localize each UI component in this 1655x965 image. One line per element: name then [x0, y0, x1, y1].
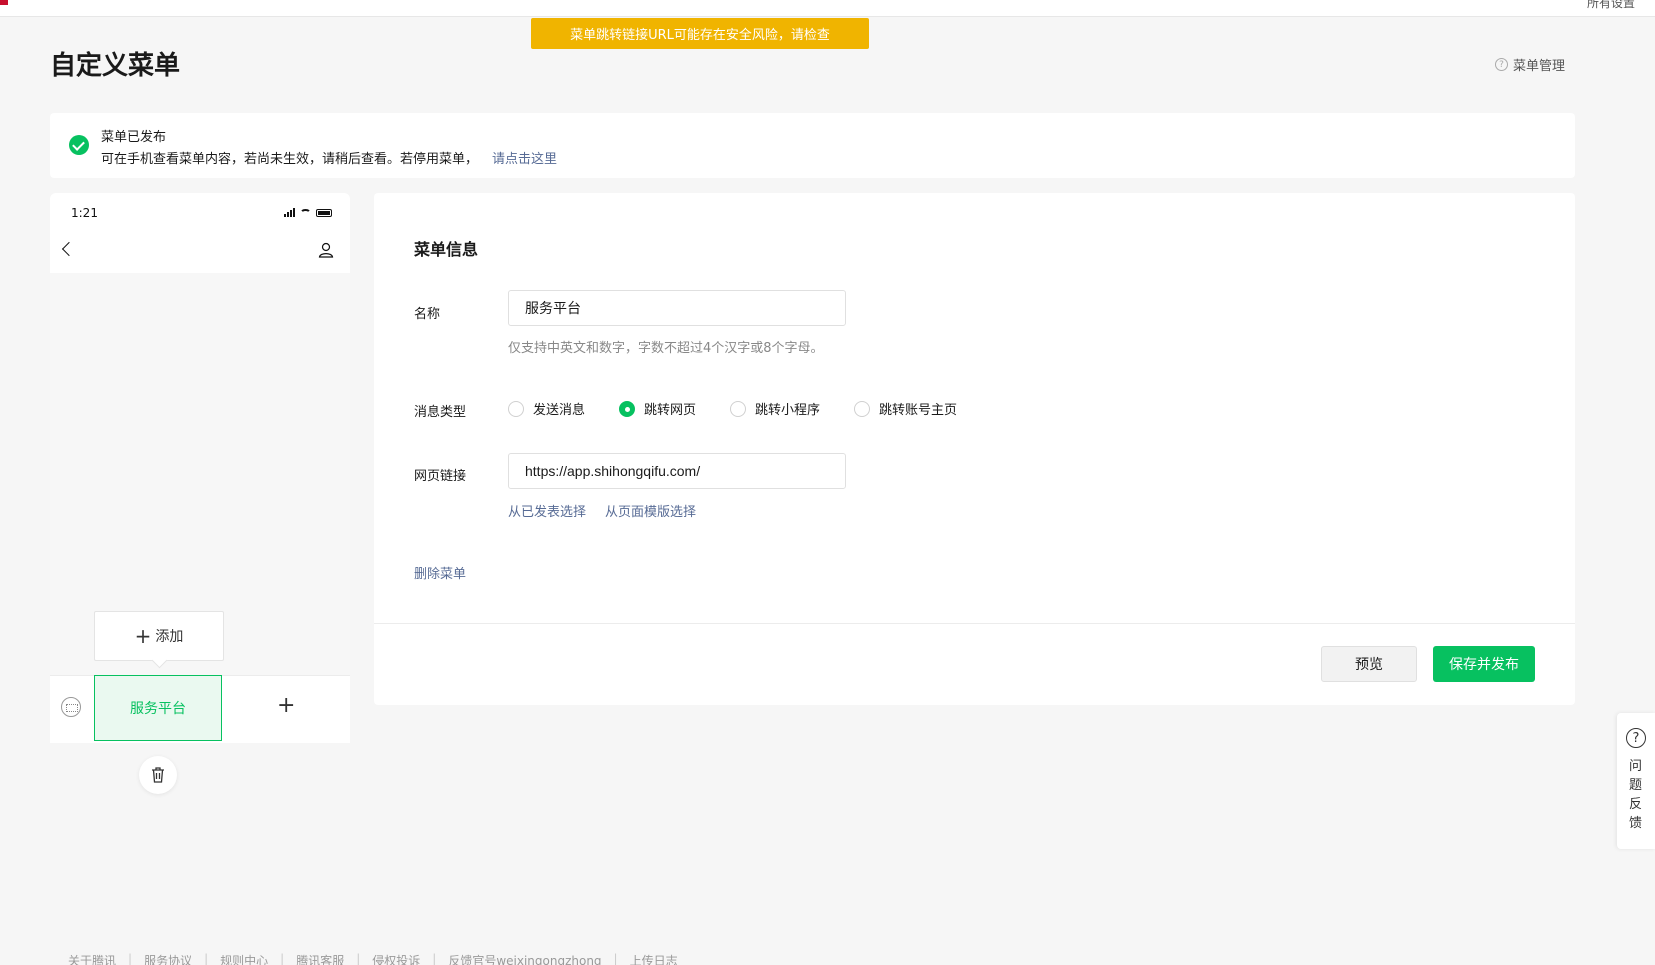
radio-label: 跳转小程序 — [755, 403, 821, 418]
notice-title: 菜单已发布 — [101, 130, 167, 145]
feedback-label: 问题反馈 — [1629, 759, 1643, 831]
name-label: 名称 — [414, 307, 441, 322]
select-published-link[interactable]: 从已发表选择 — [508, 501, 586, 520]
radio-label: 跳转网页 — [644, 403, 697, 418]
signal-icon — [284, 208, 295, 217]
radio-jump-webpage[interactable]: 跳转网页 — [619, 399, 696, 418]
url-label: 网页链接 — [414, 469, 467, 484]
editor-heading: 菜单信息 — [414, 240, 479, 259]
radio-label: 跳转账号主页 — [879, 403, 958, 418]
publish-notice: 菜单已发布 可在手机查看菜单内容，若尚未生效，请稍后查看。若停用菜单， 请点击这里 — [50, 113, 1575, 178]
msg-type-label: 消息类型 — [414, 405, 467, 420]
menu-bar: 服务平台 + — [50, 675, 350, 743]
footer-link[interactable]: 侵权投诉 — [372, 952, 420, 965]
status-time: 1:21 — [71, 206, 98, 220]
back-icon[interactable] — [61, 241, 77, 257]
name-hint: 仅支持中英文和数字，字数不超过4个汉字或8个字母。 — [508, 341, 824, 356]
url-select-links: 从已发表选择 从页面模版选择 — [508, 501, 696, 520]
footer-link[interactable]: 服务协议 — [144, 952, 192, 965]
preview-button[interactable]: 预览 — [1321, 646, 1417, 682]
feedback-widget[interactable]: ? 问题反馈 — [1617, 713, 1655, 849]
keyboard-icon[interactable] — [61, 697, 81, 717]
disable-menu-link[interactable]: 请点击这里 — [492, 152, 557, 167]
footer-link[interactable]: 腾讯客服 — [296, 952, 344, 965]
footer-link[interactable]: 关于腾讯 — [68, 952, 116, 965]
add-submenu-label: 添加 — [155, 629, 184, 645]
footer-link[interactable]: 反馈官号weixingongzhong — [448, 952, 601, 965]
menu-management-link[interactable]: ? 菜单管理 — [1495, 55, 1565, 74]
notice-desc: 可在手机查看菜单内容，若尚未生效，请稍后查看。若停用菜单， 请点击这里 — [101, 148, 557, 167]
radio-jump-account-home[interactable]: 跳转账号主页 — [854, 399, 957, 418]
msg-type-radio-group: 发送消息 跳转网页 跳转小程序 跳转账号主页 — [508, 399, 991, 418]
add-menu-plus-icon[interactable]: + — [277, 694, 295, 718]
logo-mark — [0, 0, 8, 5]
menu-management-label: 菜单管理 — [1513, 59, 1566, 74]
footer-link[interactable]: 规则中心 — [220, 952, 268, 965]
name-input[interactable]: 服务平台 — [508, 290, 846, 326]
trash-icon — [152, 767, 164, 783]
radio-dot — [619, 400, 636, 417]
radio-dot — [854, 400, 871, 417]
status-icons — [284, 208, 332, 217]
wifi-icon — [300, 209, 311, 217]
radio-jump-miniprogram[interactable]: 跳转小程序 — [730, 399, 820, 418]
delete-menu-link[interactable]: 删除菜单 — [414, 563, 466, 582]
menu-tab-service-platform[interactable]: 服务平台 — [94, 675, 222, 741]
notice-desc-text: 可在手机查看菜单内容，若尚未生效，请稍后查看。若停用菜单， — [101, 152, 479, 167]
help-icon: ? — [1495, 58, 1508, 71]
page-title: 自定义菜单 — [50, 51, 181, 81]
top-bar: 所有设置 — [0, 0, 1655, 17]
radio-label: 发送消息 — [533, 403, 586, 418]
radio-send-message[interactable]: 发送消息 — [508, 399, 585, 418]
user-icon[interactable] — [318, 242, 334, 258]
delete-menu-button[interactable] — [139, 756, 177, 794]
question-icon: ? — [1626, 728, 1646, 748]
radio-dot — [508, 400, 524, 417]
select-template-link[interactable]: 从页面模版选择 — [605, 501, 696, 520]
save-publish-button[interactable]: 保存并发布 — [1433, 646, 1535, 682]
radio-dot — [730, 400, 747, 417]
phone-preview: 1:21 + 添加 服务平台 + — [50, 193, 350, 794]
url-input[interactable]: https://app.shihongqifu.com/ — [508, 453, 846, 489]
divider — [374, 623, 1575, 624]
footer-link[interactable]: 上传日志 — [630, 952, 678, 965]
menu-editor: 菜单信息 名称 服务平台 仅支持中英文和数字，字数不超过4个汉字或8个字母。 消… — [374, 193, 1575, 705]
settings-link[interactable]: 所有设置 — [1587, 0, 1635, 11]
add-submenu-button[interactable]: + 添加 — [94, 611, 224, 661]
footer-links: 关于腾讯 | 服务协议 | 规则中心 | 腾讯客服 | 侵权投诉 | 反馈官号weixin… — [68, 952, 678, 965]
plus-icon: + — [134, 624, 152, 648]
warning-toast: 菜单跳转链接URL可能存在安全风险，请检查 — [531, 18, 869, 49]
success-check-icon — [69, 135, 89, 155]
battery-icon — [316, 209, 332, 217]
